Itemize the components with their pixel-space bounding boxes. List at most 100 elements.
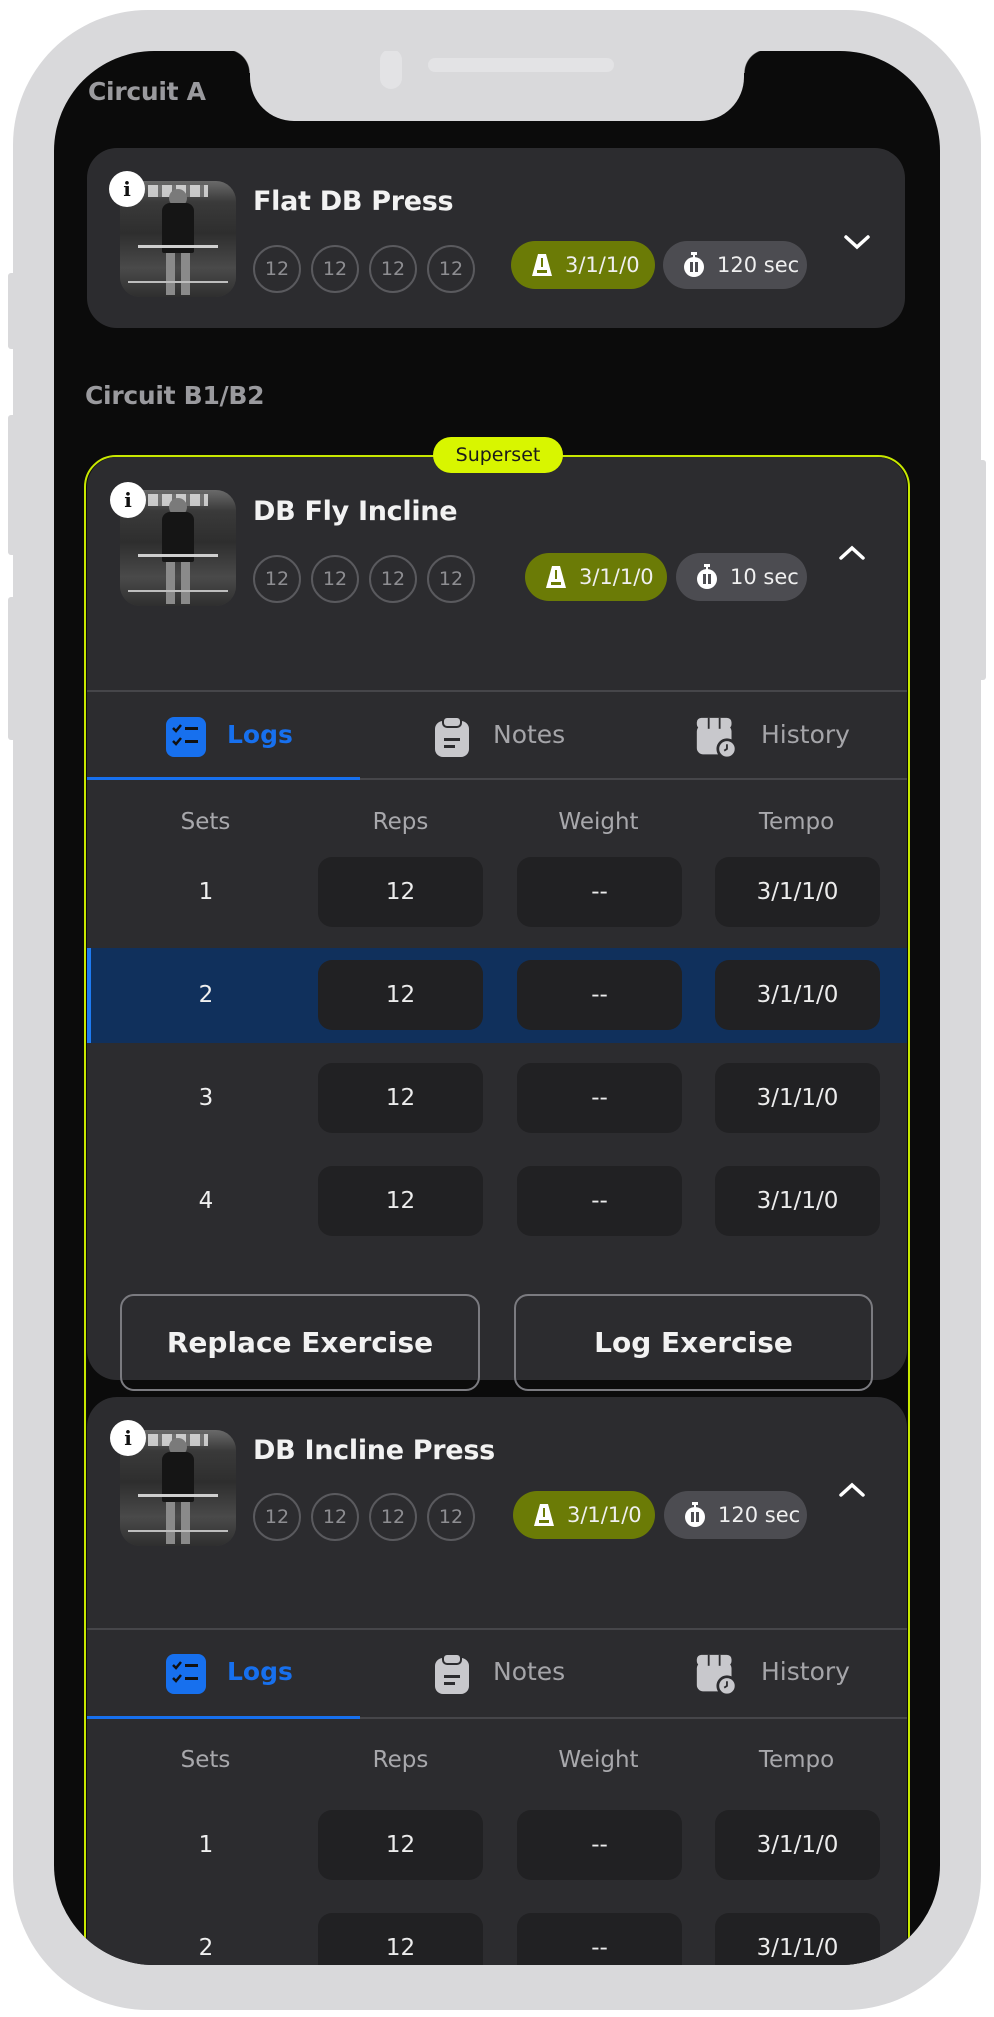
rest-pill: 10 sec bbox=[676, 553, 807, 601]
weight-input[interactable]: -- bbox=[517, 1063, 682, 1133]
stopwatch-icon bbox=[685, 1502, 705, 1527]
clipboard-icon bbox=[435, 716, 469, 757]
power-button bbox=[978, 460, 986, 680]
column-header-sets: Sets bbox=[180, 809, 231, 835]
tempo-pill: 3/1/1/0 bbox=[511, 241, 655, 289]
weight-input[interactable]: -- bbox=[517, 1913, 682, 1965]
column-header-sets: Sets bbox=[180, 1747, 231, 1773]
tab-logs-label: Logs bbox=[227, 1657, 293, 1686]
reps-input[interactable]: 12 bbox=[318, 1063, 483, 1133]
log-exercise-button[interactable]: Log Exercise bbox=[514, 1294, 873, 1391]
superset-badge: Superset bbox=[433, 437, 563, 473]
tempo-input[interactable]: 3/1/1/0 bbox=[715, 1166, 880, 1236]
tab-logs-label: Logs bbox=[227, 720, 293, 749]
column-header-tempo: Tempo bbox=[758, 809, 835, 835]
chevron-up-icon[interactable] bbox=[837, 543, 867, 563]
reps-input[interactable]: 12 bbox=[318, 960, 483, 1030]
circuit-b-title: Circuit B1/B2 bbox=[85, 381, 265, 410]
rest-pill: 120 sec bbox=[664, 1491, 807, 1539]
front-camera bbox=[380, 51, 402, 89]
column-header-reps: Reps bbox=[372, 809, 429, 835]
tempo-input[interactable]: 3/1/1/0 bbox=[715, 1913, 880, 1965]
chevron-down-icon[interactable] bbox=[842, 232, 872, 252]
exercise-card-db-fly-incline: i DB Fly Incline 12 12 12 12 3/1/1/0 10 … bbox=[87, 457, 907, 1391]
info-icon[interactable]: i bbox=[109, 171, 145, 207]
exercise-card-db-incline-press: i DB Incline Press 12 12 12 12 3/1/1/0 1… bbox=[87, 1397, 907, 1965]
tempo-input[interactable]: 3/1/1/0 bbox=[715, 960, 880, 1030]
weight-input[interactable]: -- bbox=[517, 1810, 682, 1880]
weight-input[interactable]: -- bbox=[517, 960, 682, 1030]
reps-input[interactable]: 12 bbox=[318, 1166, 483, 1236]
replace-exercise-button[interactable]: Replace Exercise bbox=[120, 1294, 480, 1391]
tempo-value: 3/1/1/0 bbox=[579, 565, 654, 589]
rep-target-2: 12 bbox=[311, 555, 359, 603]
mute-switch bbox=[8, 273, 16, 349]
reps-input[interactable]: 12 bbox=[318, 1810, 483, 1880]
column-header-weight: Weight bbox=[558, 1747, 639, 1773]
speaker-grille bbox=[428, 58, 614, 72]
tempo-input[interactable]: 3/1/1/0 bbox=[715, 857, 880, 927]
rep-target-1: 12 bbox=[253, 245, 301, 293]
column-header-reps: Reps bbox=[372, 1747, 429, 1773]
metronome-icon bbox=[546, 566, 566, 588]
set-number: 3 bbox=[198, 1085, 214, 1111]
set-number: 4 bbox=[198, 1188, 214, 1214]
rep-target-4: 12 bbox=[427, 555, 475, 603]
metronome-icon bbox=[534, 1504, 554, 1526]
tab-logs[interactable]: Logs bbox=[165, 712, 305, 762]
info-icon[interactable]: i bbox=[110, 1420, 146, 1456]
tab-history[interactable]: History bbox=[695, 712, 875, 762]
calendar-clock-icon bbox=[696, 1654, 737, 1695]
circuit-a-title: Circuit A bbox=[88, 77, 206, 106]
volume-down-button bbox=[8, 597, 16, 740]
tempo-pill: 3/1/1/0 bbox=[525, 553, 667, 601]
phone-screen: Circuit A i Flat DB Press 12 12 12 12 3/… bbox=[54, 51, 940, 1965]
tab-notes[interactable]: Notes bbox=[431, 1649, 591, 1699]
info-icon[interactable]: i bbox=[110, 482, 146, 518]
checklist-icon bbox=[166, 717, 206, 757]
rep-target-3: 12 bbox=[369, 555, 417, 603]
set-number: 2 bbox=[198, 982, 214, 1008]
tempo-value: 3/1/1/0 bbox=[567, 1503, 642, 1527]
tempo-input[interactable]: 3/1/1/0 bbox=[715, 1810, 880, 1880]
column-header-weight: Weight bbox=[558, 809, 639, 835]
exercise-name: DB Fly Incline bbox=[253, 496, 458, 527]
tab-logs[interactable]: Logs bbox=[165, 1649, 305, 1699]
tab-notes-label: Notes bbox=[493, 720, 566, 749]
weight-input[interactable]: -- bbox=[517, 857, 682, 927]
reps-input[interactable]: 12 bbox=[318, 857, 483, 927]
rest-value: 120 sec bbox=[718, 1503, 801, 1527]
rep-target-3: 12 bbox=[369, 245, 417, 293]
weight-input[interactable]: -- bbox=[517, 1166, 682, 1236]
rep-target-2: 12 bbox=[311, 245, 359, 293]
set-number: 1 bbox=[198, 1832, 214, 1858]
exercise-name: DB Incline Press bbox=[253, 1435, 495, 1466]
rep-target-1: 12 bbox=[253, 555, 301, 603]
active-tab-indicator bbox=[87, 777, 360, 780]
rest-pill: 120 sec bbox=[663, 241, 807, 289]
tab-history[interactable]: History bbox=[695, 1649, 875, 1699]
tab-notes[interactable]: Notes bbox=[431, 712, 591, 762]
notch bbox=[226, 51, 768, 121]
stopwatch-icon bbox=[684, 252, 704, 277]
clipboard-icon bbox=[435, 1653, 469, 1694]
header-divider bbox=[87, 1628, 907, 1630]
header-divider bbox=[87, 690, 907, 692]
rep-target-3: 12 bbox=[369, 1493, 417, 1541]
stopwatch-icon bbox=[697, 564, 717, 589]
tempo-pill: 3/1/1/0 bbox=[513, 1491, 655, 1539]
tempo-value: 3/1/1/0 bbox=[565, 253, 640, 277]
rep-target-2: 12 bbox=[311, 1493, 359, 1541]
exercise-card-flat-db-press[interactable]: i Flat DB Press 12 12 12 12 3/1/1/0 120 … bbox=[87, 148, 905, 328]
set-number: 2 bbox=[198, 1935, 214, 1961]
volume-up-button bbox=[8, 415, 16, 555]
active-tab-indicator bbox=[87, 1716, 360, 1719]
tab-history-label: History bbox=[761, 1657, 850, 1686]
exercise-name: Flat DB Press bbox=[253, 186, 454, 217]
active-row-indicator bbox=[87, 948, 91, 1043]
rep-target-4: 12 bbox=[427, 1493, 475, 1541]
tempo-input[interactable]: 3/1/1/0 bbox=[715, 1063, 880, 1133]
calendar-clock-icon bbox=[696, 717, 737, 758]
chevron-up-icon[interactable] bbox=[837, 1480, 867, 1500]
reps-input[interactable]: 12 bbox=[318, 1913, 483, 1965]
